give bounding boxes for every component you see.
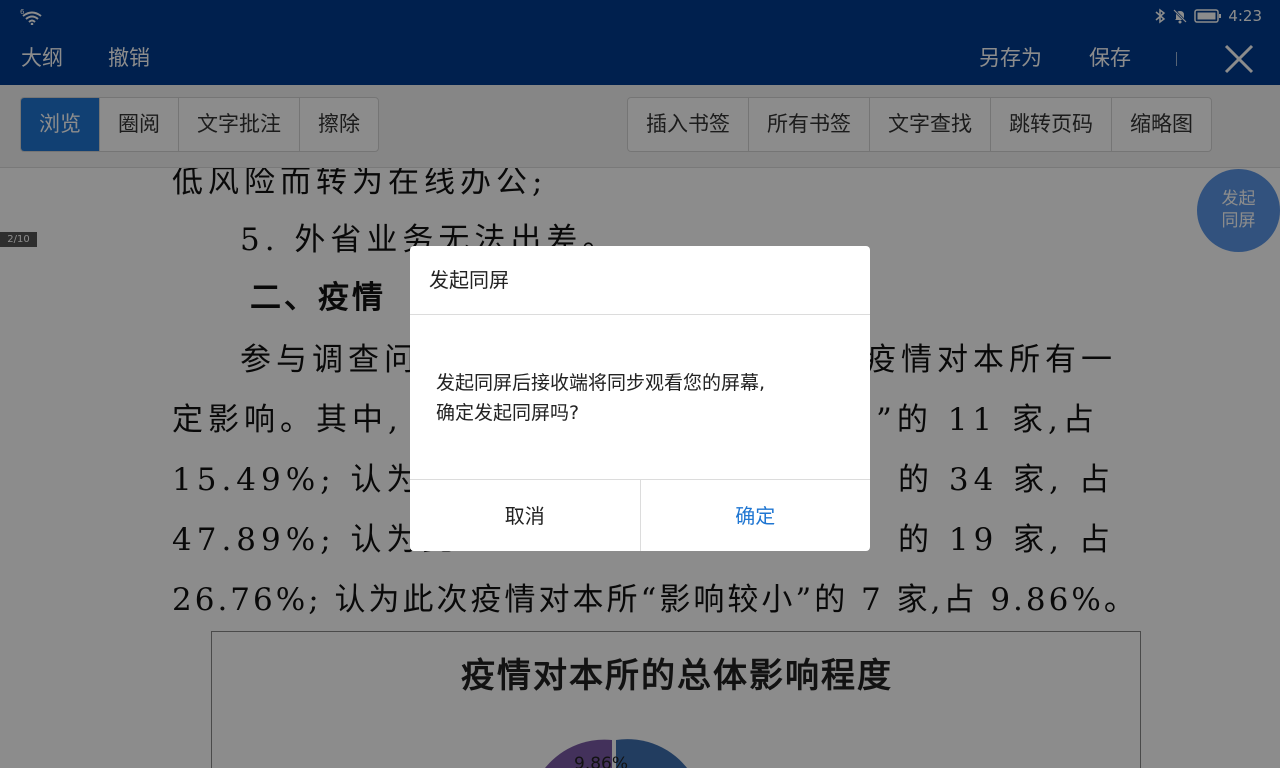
dialog-message-line2: 确定发起同屏吗? — [436, 402, 580, 424]
dialog-message-line1: 发起同屏后接收端将同步观看您的屏幕, — [436, 372, 766, 394]
confirm-button[interactable]: 确定 — [641, 480, 871, 551]
dialog-button-row: 取消 确定 — [410, 479, 870, 551]
cancel-button[interactable]: 取消 — [410, 480, 641, 551]
screen-share-dialog: 发起同屏 发起同屏后接收端将同步观看您的屏幕, 确定发起同屏吗? 取消 确定 — [410, 246, 870, 551]
dialog-message: 发起同屏后接收端将同步观看您的屏幕, 确定发起同屏吗? — [436, 368, 836, 428]
dialog-title: 发起同屏 — [410, 246, 870, 315]
